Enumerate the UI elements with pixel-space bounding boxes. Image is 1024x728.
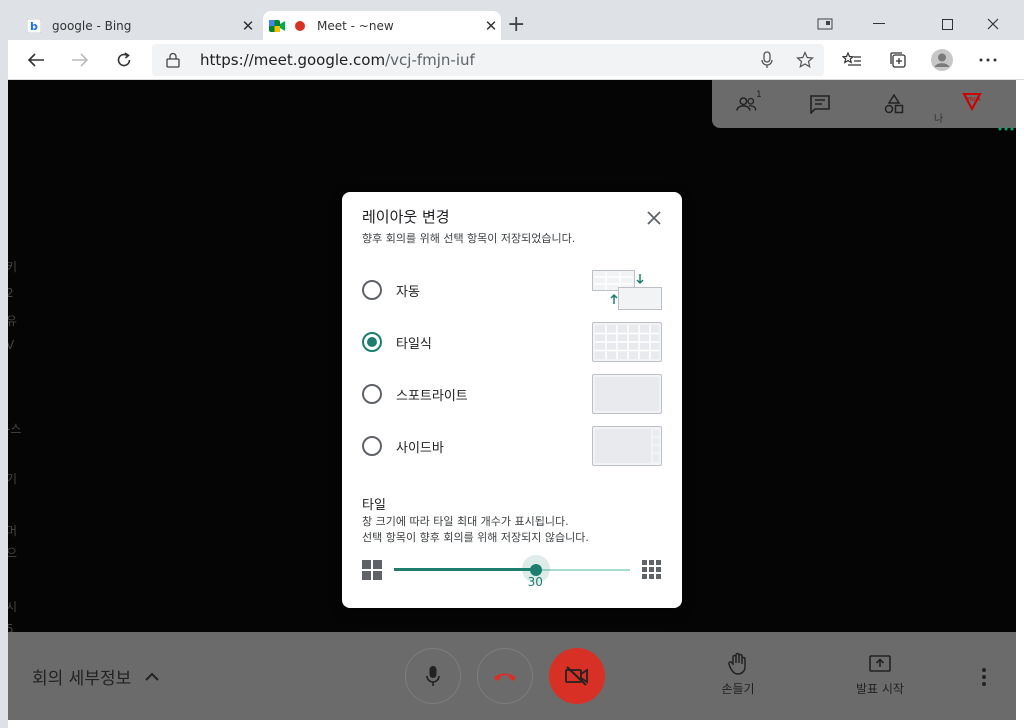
- tab-title: Meet - ~new: [317, 18, 394, 33]
- meeting-details-button[interactable]: 회의 세부정보: [32, 664, 159, 689]
- favorite-star-icon[interactable]: [786, 51, 824, 69]
- participants-count: 1: [756, 90, 762, 100]
- svg-text:YNCA: YNCA: [966, 97, 981, 103]
- option-label: 자동: [396, 285, 420, 300]
- background-text: 유: [8, 314, 18, 328]
- svg-text:b: b: [30, 20, 38, 33]
- tiled-layout-thumbnail: [592, 322, 662, 362]
- url-path: /vcj-fmjn-iuf: [385, 51, 475, 69]
- present-button[interactable]: 발표 시작: [844, 652, 916, 697]
- background-text: 키: [8, 260, 18, 274]
- more-options-icon[interactable]: [982, 668, 986, 690]
- background-text: 시: [8, 600, 18, 614]
- microphone-icon[interactable]: [748, 51, 786, 69]
- self-avatar-icon: YNCA: [960, 90, 984, 114]
- activities-icon[interactable]: [882, 92, 906, 116]
- layout-option-spotlight[interactable]: 스포트라이트: [362, 374, 662, 414]
- window-frame-top: [0, 0, 1024, 8]
- favorites-list-icon[interactable]: [838, 46, 866, 74]
- layout-option-auto[interactable]: 자동: [362, 270, 662, 310]
- self-more-icon[interactable]: [998, 116, 1016, 135]
- forward-arrow-icon[interactable]: [66, 46, 94, 74]
- sidebar-layout-thumbnail: [592, 426, 662, 466]
- back-arrow-icon[interactable]: [22, 46, 50, 74]
- microphone-button[interactable]: [405, 648, 461, 704]
- background-text: V: [8, 338, 15, 352]
- chat-icon[interactable]: [808, 92, 832, 116]
- profile-avatar-icon[interactable]: [928, 46, 956, 74]
- recording-dot-icon: [295, 20, 305, 31]
- background-text: 머: [8, 524, 18, 538]
- bing-icon: b: [26, 18, 42, 34]
- meet-bottom-bar: 회의 세부정보 손들기 발표 시작: [8, 632, 1016, 720]
- address-bar[interactable]: https://meet.google.com/vcj-fmjn-iuf: [152, 44, 824, 76]
- lock-icon: [166, 52, 186, 68]
- radio-spotlight[interactable]: [362, 384, 382, 404]
- minimize-button[interactable]: [856, 8, 902, 40]
- url-host: https://meet.google.com: [200, 51, 386, 69]
- self-label: 나: [934, 114, 944, 125]
- tab-strip: b google - Bing ✕ Meet - ~new ✕ +: [8, 8, 1024, 40]
- tile-section-description: 창 크기에 따라 타일 최대 개수가 표시됩니다. 선택 항목이 향후 회의를 …: [362, 514, 589, 546]
- hang-up-icon: [492, 670, 518, 682]
- auto-layout-thumbnail: [592, 270, 662, 310]
- close-tab-icon[interactable]: ✕: [238, 17, 258, 35]
- present-label: 발표 시작: [856, 682, 904, 696]
- browser-toolbar: https://meet.google.com/vcj-fmjn-iuf: [8, 40, 1024, 80]
- tile-section-title: 타일: [362, 498, 386, 513]
- more-menu-icon[interactable]: [974, 46, 1002, 74]
- tab-title: google - Bing: [52, 18, 132, 33]
- background-text: -스: [8, 422, 22, 436]
- dialog-title: 레이아웃 변경: [362, 208, 450, 226]
- raise-hand-button[interactable]: 손들기: [708, 652, 768, 697]
- meet-icon: [269, 18, 285, 34]
- microphone-icon: [426, 665, 440, 687]
- radio-sidebar[interactable]: [362, 436, 382, 456]
- raise-hand-label: 손들기: [721, 682, 755, 696]
- chevron-up-icon: [145, 672, 159, 681]
- background-text: 기: [8, 472, 18, 486]
- hand-icon: [708, 652, 768, 676]
- close-window-button[interactable]: [970, 8, 1016, 40]
- slider-value: 30: [527, 575, 543, 589]
- background-text: 으: [8, 546, 18, 560]
- camera-off-icon: [564, 665, 590, 687]
- meeting-details-label: 회의 세부정보: [32, 669, 132, 689]
- option-label: 스포트라이트: [396, 389, 468, 404]
- tile-desc-line-2: 선택 항목이 향후 회의를 위해 저장되지 않습니다.: [362, 531, 589, 544]
- collections-icon[interactable]: [884, 46, 912, 74]
- meet-page: 키 2 유 V -스 기 머 으 시 5 1 YNCA 나: [8, 80, 1016, 720]
- change-layout-dialog: 레이아웃 변경 향후 회의를 위해 선택 항목이 저장되었습니다. 자동 타일식…: [342, 192, 682, 608]
- fewer-tiles-icon: [362, 560, 382, 584]
- present-screen-icon: [844, 652, 916, 676]
- tile-desc-line-1: 창 크기에 따라 타일 최대 개수가 표시됩니다.: [362, 515, 569, 528]
- tab-meet[interactable]: Meet - ~new ✕: [263, 11, 501, 40]
- meet-top-controls: 1 YNCA 나: [712, 80, 1016, 131]
- maximize-button[interactable]: [924, 8, 970, 40]
- close-tab-icon[interactable]: ✕: [481, 17, 501, 35]
- dialog-subtitle: 향후 회의를 위해 선택 항목이 저장되었습니다.: [362, 232, 576, 245]
- end-call-button[interactable]: [477, 648, 533, 704]
- close-dialog-icon[interactable]: [642, 206, 666, 230]
- background-text: 2: [8, 286, 14, 300]
- radio-tiled[interactable]: [362, 332, 382, 352]
- tile-count-slider[interactable]: 30: [362, 555, 662, 589]
- option-label: 타일식: [396, 337, 432, 352]
- browser-window: b google - Bing ✕ Meet - ~new ✕ + https:…: [0, 0, 1024, 728]
- layout-option-sidebar[interactable]: 사이드바: [362, 426, 662, 466]
- layout-option-tiled[interactable]: 타일식: [362, 322, 662, 362]
- tab-bing[interactable]: b google - Bing ✕: [20, 11, 258, 40]
- radio-auto[interactable]: [362, 280, 382, 300]
- new-tab-button[interactable]: +: [507, 14, 525, 36]
- refresh-icon[interactable]: [110, 46, 138, 74]
- window-frame-left: [0, 0, 8, 728]
- tab-actions-icon[interactable]: [802, 8, 848, 40]
- slider-track-fill: [394, 568, 536, 571]
- url-text: https://meet.google.com/vcj-fmjn-iuf: [200, 51, 748, 69]
- spotlight-layout-thumbnail: [592, 374, 662, 414]
- camera-off-button[interactable]: [549, 648, 605, 704]
- more-tiles-icon: [642, 560, 662, 584]
- option-label: 사이드바: [396, 441, 444, 456]
